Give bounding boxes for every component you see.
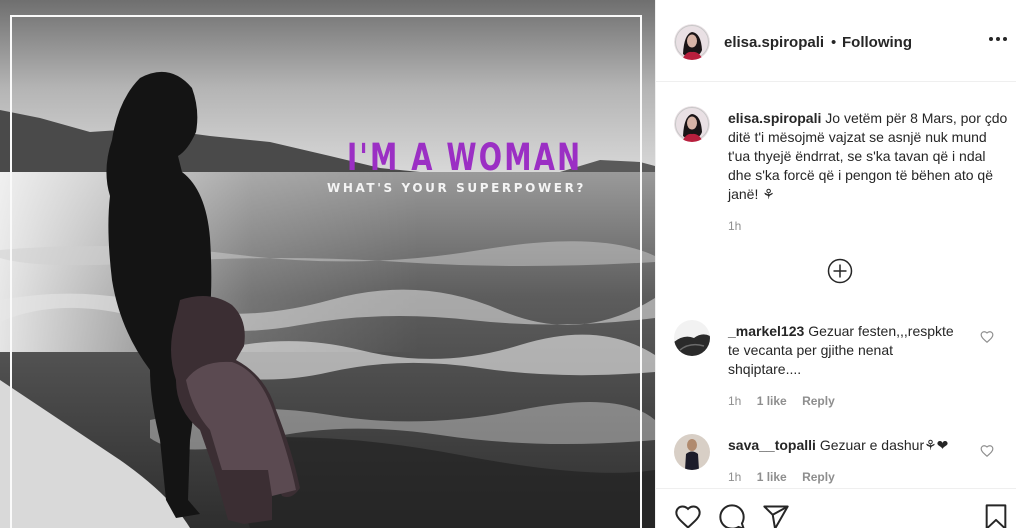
comment-body: _markel123 Gezuar festen,,,respkte te ve…: [728, 322, 968, 379]
image-subline: WHAT'S YOUR SUPERPOWER?: [327, 181, 586, 195]
caption-body: elisa.spiropali Jo vetëm për 8 Mars, por…: [728, 109, 1010, 204]
comment-likes[interactable]: 1 like: [757, 470, 787, 484]
image-headline: I'M A WOMAN: [347, 136, 583, 179]
plus-circle-icon[interactable]: [827, 258, 853, 284]
post-image[interactable]: I'M A WOMAN WHAT'S YOUR SUPERPOWER?: [0, 0, 655, 528]
comment-username[interactable]: sava__topalli: [728, 437, 816, 453]
comment-meta: 1h 1 like Reply: [728, 470, 847, 484]
heart-icon[interactable]: [980, 330, 994, 344]
comment-avatar[interactable]: [674, 320, 710, 356]
caption-avatar[interactable]: [674, 106, 710, 142]
reply-button[interactable]: Reply: [802, 394, 835, 408]
more-horizontal-icon[interactable]: [989, 37, 1007, 43]
bookmark-icon[interactable]: [982, 503, 1010, 528]
heart-icon[interactable]: [980, 444, 994, 458]
comment-text: Gezuar e dashur⚘❤: [819, 437, 949, 453]
header-username[interactable]: elisa.spiropali: [724, 34, 824, 51]
comment-time[interactable]: 1h: [728, 394, 741, 408]
post-header: elisa.spiropali • Following: [656, 0, 1016, 82]
author-avatar[interactable]: [674, 24, 710, 60]
reply-button[interactable]: Reply: [802, 470, 835, 484]
action-bar: [656, 488, 1016, 528]
caption-username[interactable]: elisa.spiropali: [728, 110, 821, 126]
image-border-frame: [10, 15, 642, 528]
post-side-panel: elisa.spiropali • Following elisa.spirop…: [655, 0, 1016, 528]
comment-icon[interactable]: [718, 503, 746, 528]
following-button[interactable]: Following: [842, 34, 912, 51]
header-separator: •: [831, 34, 837, 51]
caption-time[interactable]: 1h: [728, 219, 741, 233]
heart-icon[interactable]: [674, 503, 702, 528]
comment-avatar[interactable]: [674, 434, 710, 470]
comment-likes[interactable]: 1 like: [757, 394, 787, 408]
comment-body: sava__topalli Gezuar e dashur⚘❤: [728, 436, 968, 455]
comment-username[interactable]: _markel123: [728, 323, 804, 339]
comment-time[interactable]: 1h: [728, 470, 741, 484]
share-icon[interactable]: [762, 503, 790, 528]
comment-meta: 1h 1 like Reply: [728, 394, 847, 408]
